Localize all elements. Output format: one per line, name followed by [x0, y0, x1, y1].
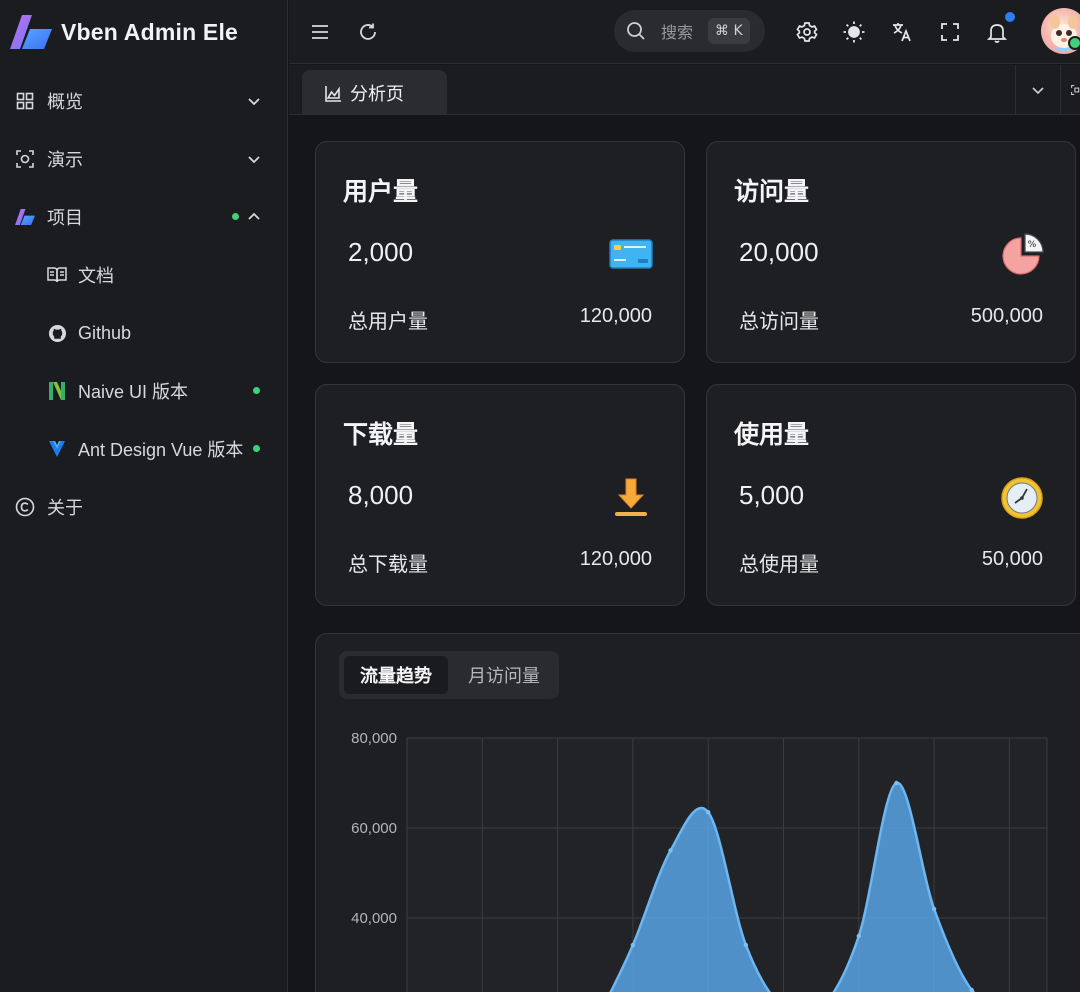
card-total-label: 总用户量 [348, 311, 428, 333]
sidebar-item-label: 文档 [78, 266, 114, 286]
ant-design-vue-icon [47, 439, 67, 459]
status-dot [253, 445, 260, 452]
data-point [969, 987, 974, 992]
theme-sun-icon[interactable] [841, 19, 867, 45]
sidebar-subitem-docs[interactable]: 文档 [0, 250, 287, 300]
card-value: 5,000 [739, 480, 805, 510]
sidebar-subitem-github[interactable]: Github [0, 308, 287, 358]
top-header: 搜索 ⌘ K [289, 0, 1080, 64]
sidebar-subitem-ant-design-vue[interactable]: Ant Design Vue 版本 [0, 424, 287, 474]
vben-logo-icon [15, 207, 35, 227]
pie-percent-icon: % [1002, 233, 1044, 275]
app-title: Vben Admin Ele [61, 18, 239, 45]
card-total-value: 500,000 [970, 305, 1043, 327]
sidebar-item-label: 项目 [47, 208, 83, 228]
card-total-label: 总使用量 [739, 554, 819, 576]
sidebar-item-demo[interactable]: 演示 [0, 134, 287, 184]
demo-icon [15, 149, 35, 169]
card-value: 20,000 [739, 237, 819, 267]
card-title: 访问量 [734, 178, 810, 206]
card-total-value: 120,000 [579, 548, 652, 570]
card-title: 用户量 [343, 178, 419, 206]
data-point [856, 933, 861, 939]
sidebar-item-about[interactable]: 关于 [0, 482, 287, 532]
tab-analysis[interactable]: 分析页 [302, 70, 447, 115]
search-shortcut: ⌘ K [708, 18, 750, 44]
sidebar-item-label: Github [78, 322, 132, 343]
card-total-value: 50,000 [981, 548, 1043, 570]
notification-dot [1005, 12, 1015, 22]
credit-card-icon [609, 239, 653, 269]
fullscreen-icon[interactable] [937, 19, 963, 45]
sidebar-subitem-naive-ui[interactable]: Naive UI 版本 [0, 366, 287, 416]
chevron-down-icon [248, 156, 260, 164]
naive-ui-icon [47, 381, 67, 401]
svg-text:%: % [1028, 240, 1037, 250]
sidebar-item-label: 关于 [47, 498, 83, 518]
chevron-down-icon [1032, 87, 1044, 95]
tab-dropdown-button[interactable] [1015, 65, 1060, 115]
book-icon [47, 265, 67, 285]
search-icon [627, 22, 645, 40]
data-point [630, 942, 636, 948]
card-value: 2,000 [348, 237, 414, 267]
traffic-chart-panel: 流量趋势 月访问量 80,000 60,000 40,000 [315, 633, 1080, 992]
github-icon [47, 323, 67, 343]
sidebar-item-project[interactable]: 项目 [0, 192, 287, 242]
stat-card-users: 用户量 2,000 总用户量 120,000 [315, 141, 685, 363]
settings-icon[interactable] [794, 19, 820, 45]
area-chart-icon [325, 86, 341, 102]
chevron-up-icon [248, 212, 260, 220]
translate-icon[interactable] [889, 19, 915, 45]
status-dot [253, 387, 260, 394]
tab-label: 分析页 [350, 83, 404, 104]
maximize-icon [1071, 84, 1080, 96]
bell-icon[interactable] [984, 19, 1010, 45]
sidebar-item-label: Ant Design Vue 版本 [78, 440, 244, 460]
stat-card-downloads: 下载量 8,000 总下载量 120,000 [315, 384, 685, 606]
y-tick-label: 60,000 [351, 820, 397, 837]
clock-icon [1001, 477, 1043, 519]
vben-logo-icon [10, 15, 52, 49]
tab-bar: 分析页 [289, 65, 1080, 115]
data-point [706, 810, 711, 815]
app-logo[interactable]: Vben Admin Ele [10, 12, 238, 52]
area-chart: 80,000 60,000 40,000 [351, 730, 1048, 992]
y-tick-label: 40,000 [351, 910, 397, 927]
sidebar-item-label: 概览 [47, 92, 83, 112]
card-value: 8,000 [348, 480, 414, 510]
data-point [894, 780, 899, 786]
refresh-icon[interactable] [355, 19, 381, 45]
sidebar-item-overview[interactable]: 概览 [0, 76, 287, 126]
online-status-badge [1068, 36, 1080, 50]
status-dot [232, 213, 239, 220]
chevron-down-icon [248, 98, 260, 106]
sidebar-item-label: Naive UI 版本 [78, 382, 189, 402]
card-total-value: 120,000 [579, 305, 652, 327]
stat-card-usage: 使用量 5,000 总使用量 50,000 [706, 384, 1076, 606]
download-icon [615, 478, 647, 516]
sidebar: Vben Admin Ele 概览 演示 项目 文档 Github Naive … [0, 0, 288, 992]
search-button[interactable]: 搜索 ⌘ K [614, 10, 765, 52]
card-total-label: 总下载量 [348, 554, 428, 576]
data-point [931, 906, 937, 912]
stat-card-visits: 访问量 20,000 % 总访问量 500,000 [706, 141, 1076, 363]
sidebar-item-label: 演示 [47, 150, 83, 170]
copyright-icon [15, 497, 35, 517]
data-point [668, 848, 673, 853]
menu-toggle-icon[interactable] [307, 19, 333, 45]
tab-maximize-button[interactable] [1060, 65, 1080, 115]
card-total-label: 总访问量 [739, 311, 819, 333]
search-label: 搜索 [661, 25, 694, 42]
card-title: 使用量 [734, 421, 810, 449]
dashboard-grid-icon [15, 91, 35, 111]
data-point [743, 942, 749, 948]
card-title: 下载量 [343, 421, 419, 449]
y-tick-label: 80,000 [351, 730, 397, 747]
